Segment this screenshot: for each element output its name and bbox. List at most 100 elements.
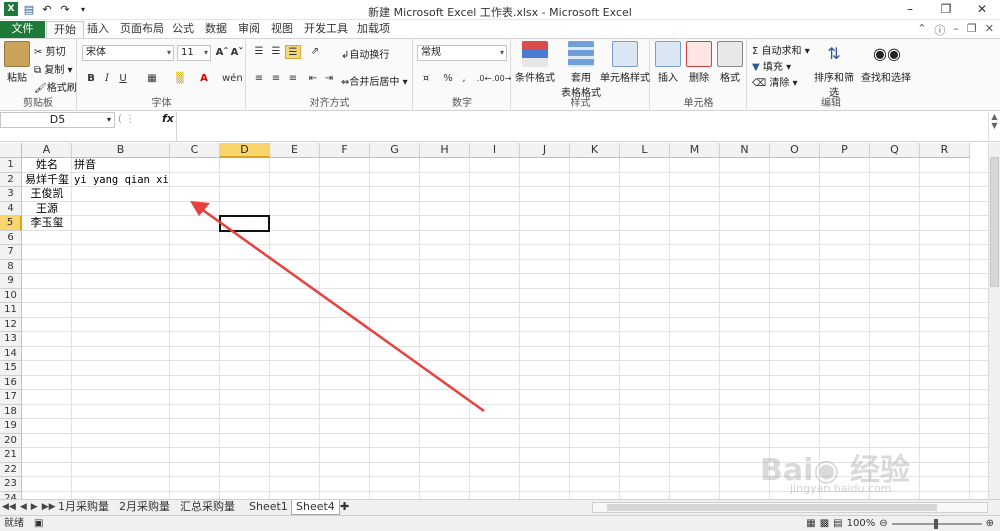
row-header-14[interactable]: 14 — [0, 346, 22, 361]
row-header-21[interactable]: 21 — [0, 448, 22, 463]
find-select-button[interactable]: ◉◉ 查找和选择 — [860, 41, 912, 84]
format-painter-button[interactable]: 🖌格式刷 — [34, 79, 77, 94]
minimize-ribbon-icon[interactable]: ⌃ — [917, 22, 926, 38]
workbook-restore-icon[interactable]: ❐ — [967, 22, 977, 38]
sheet-tab-5[interactable]: Sheet4 — [291, 500, 340, 515]
number-format-select[interactable]: 常规 ▾ — [417, 45, 507, 61]
orientation-icon[interactable]: ⇗ — [307, 45, 323, 59]
row-header-2[interactable]: 2 — [0, 172, 22, 187]
zoom-slider-knob[interactable] — [933, 518, 938, 529]
column-header-k[interactable]: K — [570, 143, 620, 158]
grow-font-icon[interactable]: Aˆ — [214, 46, 230, 60]
cell-a4[interactable]: 王源 — [22, 202, 72, 216]
delete-cells-button[interactable]: 删除 — [684, 41, 714, 84]
row-header-10[interactable]: 10 — [0, 288, 22, 303]
column-header-i[interactable]: I — [470, 143, 520, 158]
align-top-icon[interactable]: ☰ — [251, 45, 267, 59]
column-header-q[interactable]: Q — [870, 143, 920, 158]
shrink-font-icon[interactable]: Aˇ — [229, 46, 245, 60]
column-header-g[interactable]: G — [370, 143, 420, 158]
vertical-scrollbar[interactable] — [988, 143, 1000, 499]
row-header-15[interactable]: 15 — [0, 361, 22, 376]
merge-center-button[interactable]: ⇔合并后居中 ▾ — [341, 73, 408, 88]
restore-icon[interactable]: ❐ — [928, 0, 964, 20]
underline-button[interactable]: U — [115, 72, 131, 86]
row-header-4[interactable]: 4 — [0, 201, 22, 216]
zoom-slider[interactable] — [891, 518, 982, 529]
row-header-9[interactable]: 9 — [0, 274, 22, 289]
column-header-r[interactable]: R — [920, 143, 970, 158]
format-as-table-button[interactable]: 套用 表格格式 — [560, 41, 602, 99]
name-box[interactable]: D5 ▾ — [0, 112, 115, 128]
column-header-a[interactable]: A — [22, 143, 72, 158]
minimize-icon[interactable]: – — [892, 0, 928, 20]
autosum-button[interactable]: Σ 自动求和 ▾ — [752, 42, 810, 57]
workbook-close-icon[interactable]: ✕ — [985, 22, 994, 38]
tab-developer[interactable]: 开发工具 — [297, 21, 355, 38]
column-header-f[interactable]: F — [320, 143, 370, 158]
format-cells-button[interactable]: 格式 — [715, 41, 745, 84]
zoom-level[interactable]: 100% — [847, 516, 876, 531]
column-header-h[interactable]: H — [420, 143, 470, 158]
insert-cells-button[interactable]: 插入 — [653, 41, 683, 84]
cell-a1[interactable]: 姓名 — [22, 158, 72, 172]
tab-file[interactable]: 文件 — [0, 21, 45, 38]
bold-button[interactable]: B — [83, 72, 99, 86]
fill-color-icon[interactable]: ▒ — [172, 72, 188, 86]
zoom-out-icon[interactable]: ⊖ — [879, 516, 887, 531]
row-header-11[interactable]: 11 — [0, 303, 22, 318]
borders-icon[interactable]: ▦ — [144, 72, 160, 86]
row-header-7[interactable]: 7 — [0, 245, 22, 260]
first-sheet-icon[interactable]: ◀◀ — [2, 502, 16, 512]
insert-function-icon[interactable]: fx — [162, 112, 174, 125]
tab-view[interactable]: 视图 — [264, 21, 300, 38]
comma-button[interactable]: , — [456, 72, 472, 86]
help-icon[interactable]: ⓘ — [934, 22, 945, 38]
column-header-o[interactable]: O — [770, 143, 820, 158]
column-header-b[interactable]: B — [72, 143, 170, 158]
currency-icon[interactable]: ¤ — [418, 72, 434, 86]
sheet-tab-1[interactable]: 1月采购量 — [54, 500, 113, 515]
sheet-tab-3[interactable]: 汇总采购量 — [176, 500, 239, 515]
row-header-6[interactable]: 6 — [0, 230, 22, 245]
horizontal-scroll-thumb[interactable] — [607, 504, 937, 511]
close-icon[interactable]: ✕ — [964, 0, 1000, 20]
zoom-in-icon[interactable]: ⊕ — [986, 516, 994, 531]
cut-button[interactable]: ✂ 剪切 — [34, 43, 66, 58]
align-middle-icon[interactable]: ☰ — [268, 45, 284, 59]
sort-filter-button[interactable]: ⇅ 排序和筛选 — [810, 41, 858, 99]
formula-input[interactable] — [176, 112, 988, 142]
row-header-16[interactable]: 16 — [0, 375, 22, 390]
tab-home[interactable]: 开始 — [46, 21, 84, 38]
normal-view-icon[interactable]: ▦ — [806, 516, 815, 531]
column-header-p[interactable]: P — [820, 143, 870, 158]
row-header-8[interactable]: 8 — [0, 259, 22, 274]
next-sheet-icon[interactable]: ▶ — [31, 502, 38, 512]
horizontal-scrollbar[interactable] — [592, 502, 988, 513]
tab-data[interactable]: 数据 — [198, 21, 234, 38]
row-header-23[interactable]: 23 — [0, 477, 22, 492]
italic-button[interactable]: I — [99, 72, 115, 86]
align-bottom-icon[interactable]: ☰ — [285, 45, 301, 59]
row-header-1[interactable]: 1 — [0, 158, 22, 173]
column-header-j[interactable]: J — [520, 143, 570, 158]
tab-addins[interactable]: 加载项 — [350, 21, 397, 38]
workbook-minimize-icon[interactable]: – — [953, 22, 959, 38]
row-header-18[interactable]: 18 — [0, 404, 22, 419]
cell-a2[interactable]: 易烊千玺 — [22, 173, 72, 187]
row-header-20[interactable]: 20 — [0, 433, 22, 448]
macro-record-icon[interactable]: ▣ — [34, 516, 43, 531]
column-header-d[interactable]: D — [220, 143, 270, 158]
row-header-13[interactable]: 13 — [0, 332, 22, 347]
cell-a5[interactable]: 李玉玺 — [22, 216, 72, 230]
decrease-indent-icon[interactable]: ⇤ — [305, 72, 321, 86]
align-center-icon[interactable]: ≡ — [268, 72, 284, 86]
page-break-view-icon[interactable]: ▤ — [833, 516, 842, 531]
cell-b2[interactable]: yi yang qian xi — [74, 173, 169, 187]
column-header-n[interactable]: N — [720, 143, 770, 158]
prev-sheet-icon[interactable]: ◀ — [20, 502, 27, 512]
cell-a3[interactable]: 王俊凯 — [22, 187, 72, 201]
font-size-select[interactable]: 11 ▾ — [177, 45, 211, 61]
tab-review[interactable]: 审阅 — [231, 21, 267, 38]
wrap-text-button[interactable]: ↲自动换行 — [341, 46, 389, 61]
